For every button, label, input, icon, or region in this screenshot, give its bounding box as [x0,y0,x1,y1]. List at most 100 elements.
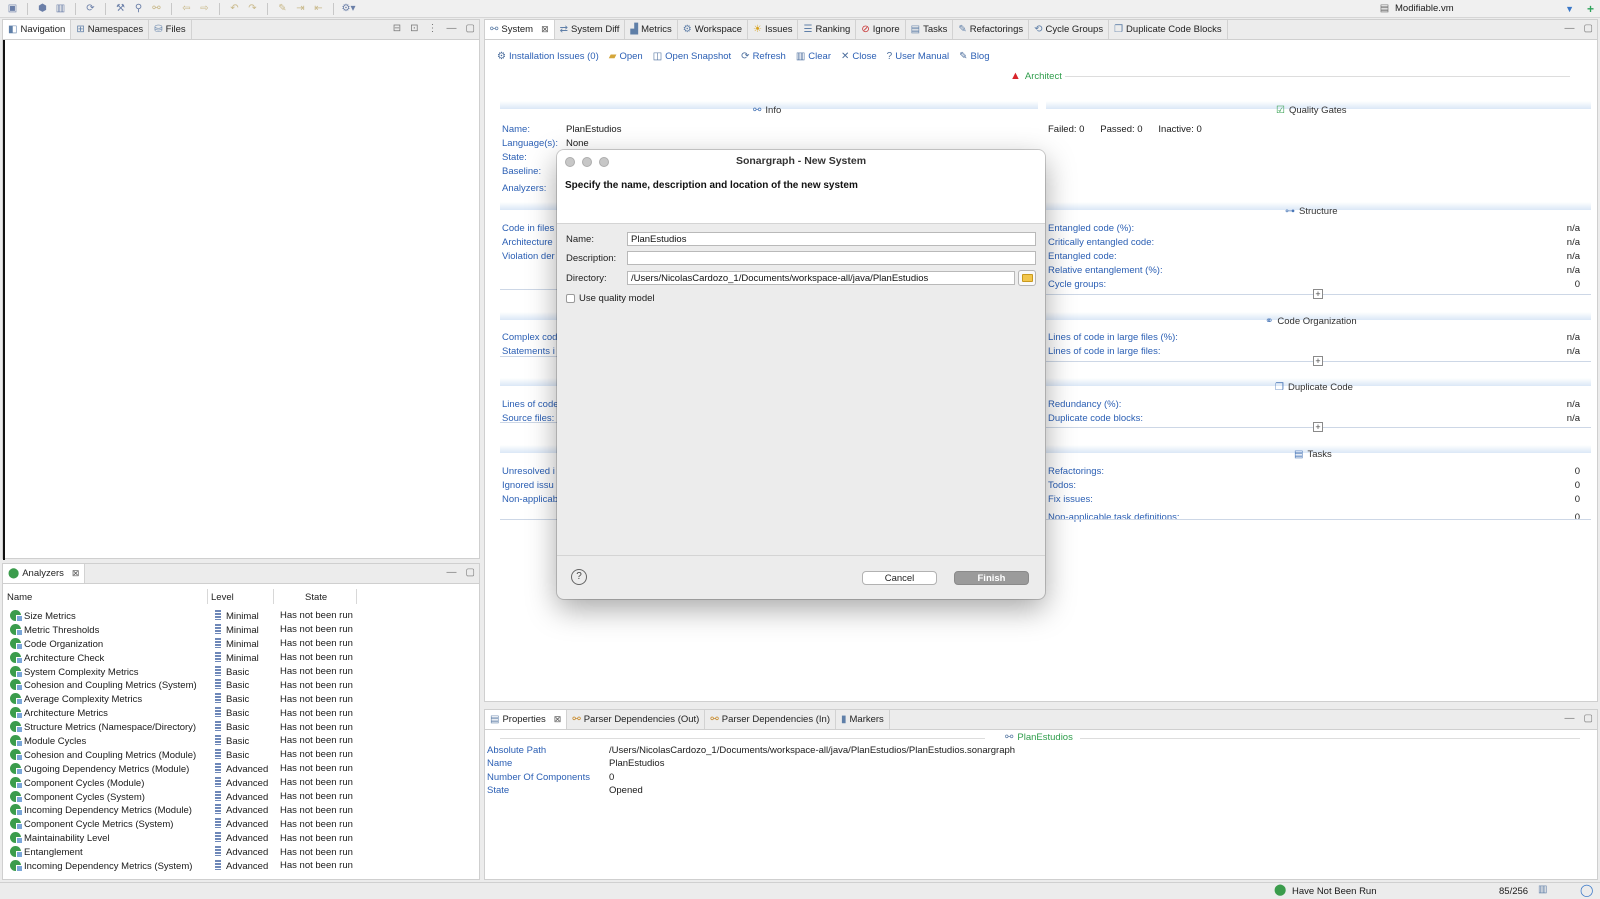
tab-ranking[interactable]: ☰ Ranking [798,20,857,39]
tab-files[interactable]: ⛁ Files [149,20,192,39]
expand-section-icon[interactable]: + [1313,356,1323,366]
table-row[interactable]: System Complexity Metrics Basic Has not be… [3,665,353,679]
close-tab-icon[interactable]: ⊠ [541,24,549,35]
tab-analyzers[interactable]: ⬤ Analyzers ⊠ [3,564,86,583]
view-menu-icon[interactable]: ⋮ [428,23,438,34]
table-row[interactable]: Ougoing Dependency Metrics (Module) Advan… [3,762,353,776]
maximize-icon[interactable]: ▢ [1584,23,1593,34]
maximize-icon[interactable]: ▢ [466,567,475,578]
tab-cycle-groups[interactable]: ⟲ Cycle Groups [1029,20,1110,39]
tab-duplicate-code-blocks[interactable]: ❐ Duplicate Code Blocks [1109,20,1228,39]
table-row[interactable]: Component Cycles (System) Advanced Has not… [3,790,353,804]
open-system-icon[interactable]: ⬢ [36,2,49,15]
table-row[interactable]: Structure Metrics (Namespace/Directory) B… [3,720,353,734]
column-separator[interactable] [273,589,274,604]
use-quality-model-checkbox[interactable]: Use quality model [566,293,655,304]
minimize-icon[interactable]: — [447,567,457,578]
tab-namespaces[interactable]: ⊞ Namespaces [71,20,150,39]
chat-icon[interactable]: ◯ [1580,884,1593,896]
back-icon[interactable]: ⇦ [180,2,193,15]
table-row[interactable]: Cohesion and Coupling Metrics (Module) Ba… [3,748,353,762]
table-row[interactable]: Average Complexity Metrics Basic Has not b… [3,692,353,706]
tab-issues[interactable]: ☀ Issues [748,20,799,39]
blog-action[interactable]: ✎ Blog [959,51,989,62]
minimize-icon[interactable]: — [447,23,457,34]
cancel-button[interactable]: Cancel [862,571,937,585]
open-action[interactable]: ▰ Open [609,51,643,62]
checkbox-box[interactable] [566,294,575,303]
refresh-icon[interactable]: ⟳ [84,2,97,15]
browse-directory-button[interactable] [1018,270,1036,286]
column-separator[interactable] [207,589,208,604]
description-input[interactable] [627,251,1036,265]
tab-refactorings[interactable]: ✎ Refactorings [953,20,1030,39]
redo-icon[interactable]: ↷ [246,2,259,15]
table-row[interactable]: Module Cycles Basic Has not been run [3,734,353,748]
analyzer-status-icon[interactable]: ⬤ [1274,885,1286,896]
column-separator[interactable] [356,589,357,604]
tab-workspace[interactable]: ⚙ Workspace [678,20,749,39]
table-row[interactable]: Size Metrics Minimal Has not been run [3,609,353,623]
clear-action[interactable]: ▥ Clear [796,51,831,62]
directory-input[interactable] [627,271,1015,285]
column-header-level[interactable]: Level [211,592,234,603]
open-snapshot-action[interactable]: ◫ Open Snapshot [653,51,731,62]
close-tab-icon[interactable]: ⊠ [554,714,562,725]
undo-icon[interactable]: ↶ [228,2,241,15]
chevron-down-icon[interactable]: ▼ [1565,4,1574,14]
refresh-action[interactable]: ⟳ Refresh [741,51,786,62]
search-icon[interactable]: ⚲ [132,2,145,15]
collapse-all-icon[interactable]: ⊟ [393,23,401,34]
add-icon[interactable]: + [1587,2,1594,16]
expand-section-icon[interactable]: + [1313,422,1323,432]
pencil-icon[interactable]: ✎ [276,2,289,15]
tab-system[interactable]: ⚯ System ⊠ [485,20,555,39]
tab-tasks[interactable]: ▤ Tasks [906,20,954,39]
save-icon[interactable]: ▣ [6,2,19,15]
minimize-icon[interactable]: — [1565,713,1575,724]
column-header-state[interactable]: State [305,592,327,603]
table-row[interactable]: Incoming Dependency Metrics (Module) Adva… [3,803,353,817]
close-tab-icon[interactable]: ⊠ [72,568,80,579]
tab-ignore[interactable]: ⊘ Ignore [856,20,906,39]
step-out-icon[interactable]: ⇤ [312,2,325,15]
gc-trash-icon[interactable]: ▥ [1538,885,1547,895]
table-row[interactable]: Code Organization Minimal Has not been run [3,637,353,651]
maximize-icon[interactable]: ▢ [466,23,475,34]
table-row[interactable]: Architecture Check Minimal Has not been ru… [3,651,353,665]
architect-indicator[interactable]: ▲ Architect [1010,70,1062,82]
link-icon[interactable]: ⚯ [150,2,163,15]
table-row[interactable]: Incoming Dependency Metrics (System) Adva… [3,859,353,873]
table-row[interactable]: Component Cycles (Module) Advanced Has not… [3,776,353,790]
finish-button[interactable]: Finish [954,571,1029,585]
hammer-icon[interactable]: ⚒ [114,2,127,15]
table-row[interactable]: Metric Thresholds Minimal Has not been run [3,623,353,637]
tab-parser-dependencies-in[interactable]: ⚯ Parser Dependencies (In) [705,710,836,729]
tab-parser-dependencies-out[interactable]: ⚯ Parser Dependencies (Out) [567,710,706,729]
delete-icon[interactable]: ▥ [54,2,67,15]
step-in-icon[interactable]: ⇥ [294,2,307,15]
minimize-icon[interactable]: — [1565,23,1575,34]
table-row[interactable]: Cohesion and Coupling Metrics (System) Ba… [3,678,353,692]
user-manual-action[interactable]: ? User Manual [887,51,949,62]
close-action[interactable]: ✕ Close [841,51,877,62]
help-icon[interactable]: ? [571,569,587,585]
link-editor-icon[interactable]: ⊡ [410,23,418,34]
table-row[interactable]: Architecture Metrics Basic Has not been ru… [3,706,353,720]
tab-markers[interactable]: ▮ Markers [836,710,890,729]
name-input[interactable] [627,232,1036,246]
tab-properties[interactable]: ▤ Properties ⊠ [485,710,568,729]
table-row[interactable]: Component Cycle Metrics (System) Advanced… [3,817,353,831]
maximize-icon[interactable]: ▢ [1584,713,1593,724]
tab-metrics[interactable]: ▟ Metrics [625,20,678,39]
expand-section-icon[interactable]: + [1313,289,1323,299]
tab-navigation[interactable]: ◧ Navigation [3,20,72,39]
installation-issues-0-action[interactable]: ⚙ Installation Issues (0) [497,51,599,62]
table-row[interactable]: Entanglement Advanced Has not been run [3,845,353,859]
column-header-name[interactable]: Name [7,592,32,603]
forward-icon[interactable]: ⇨ [198,2,211,15]
tab-system-diff[interactable]: ⇄ System Diff [555,20,626,39]
gear-dropdown-icon[interactable]: ⚙▾ [342,2,356,15]
table-row[interactable]: Maintainability Level Advanced Has not bee… [3,831,353,845]
vm-selector[interactable]: ▤ Modifiable.vm ▼ [1378,1,1574,16]
